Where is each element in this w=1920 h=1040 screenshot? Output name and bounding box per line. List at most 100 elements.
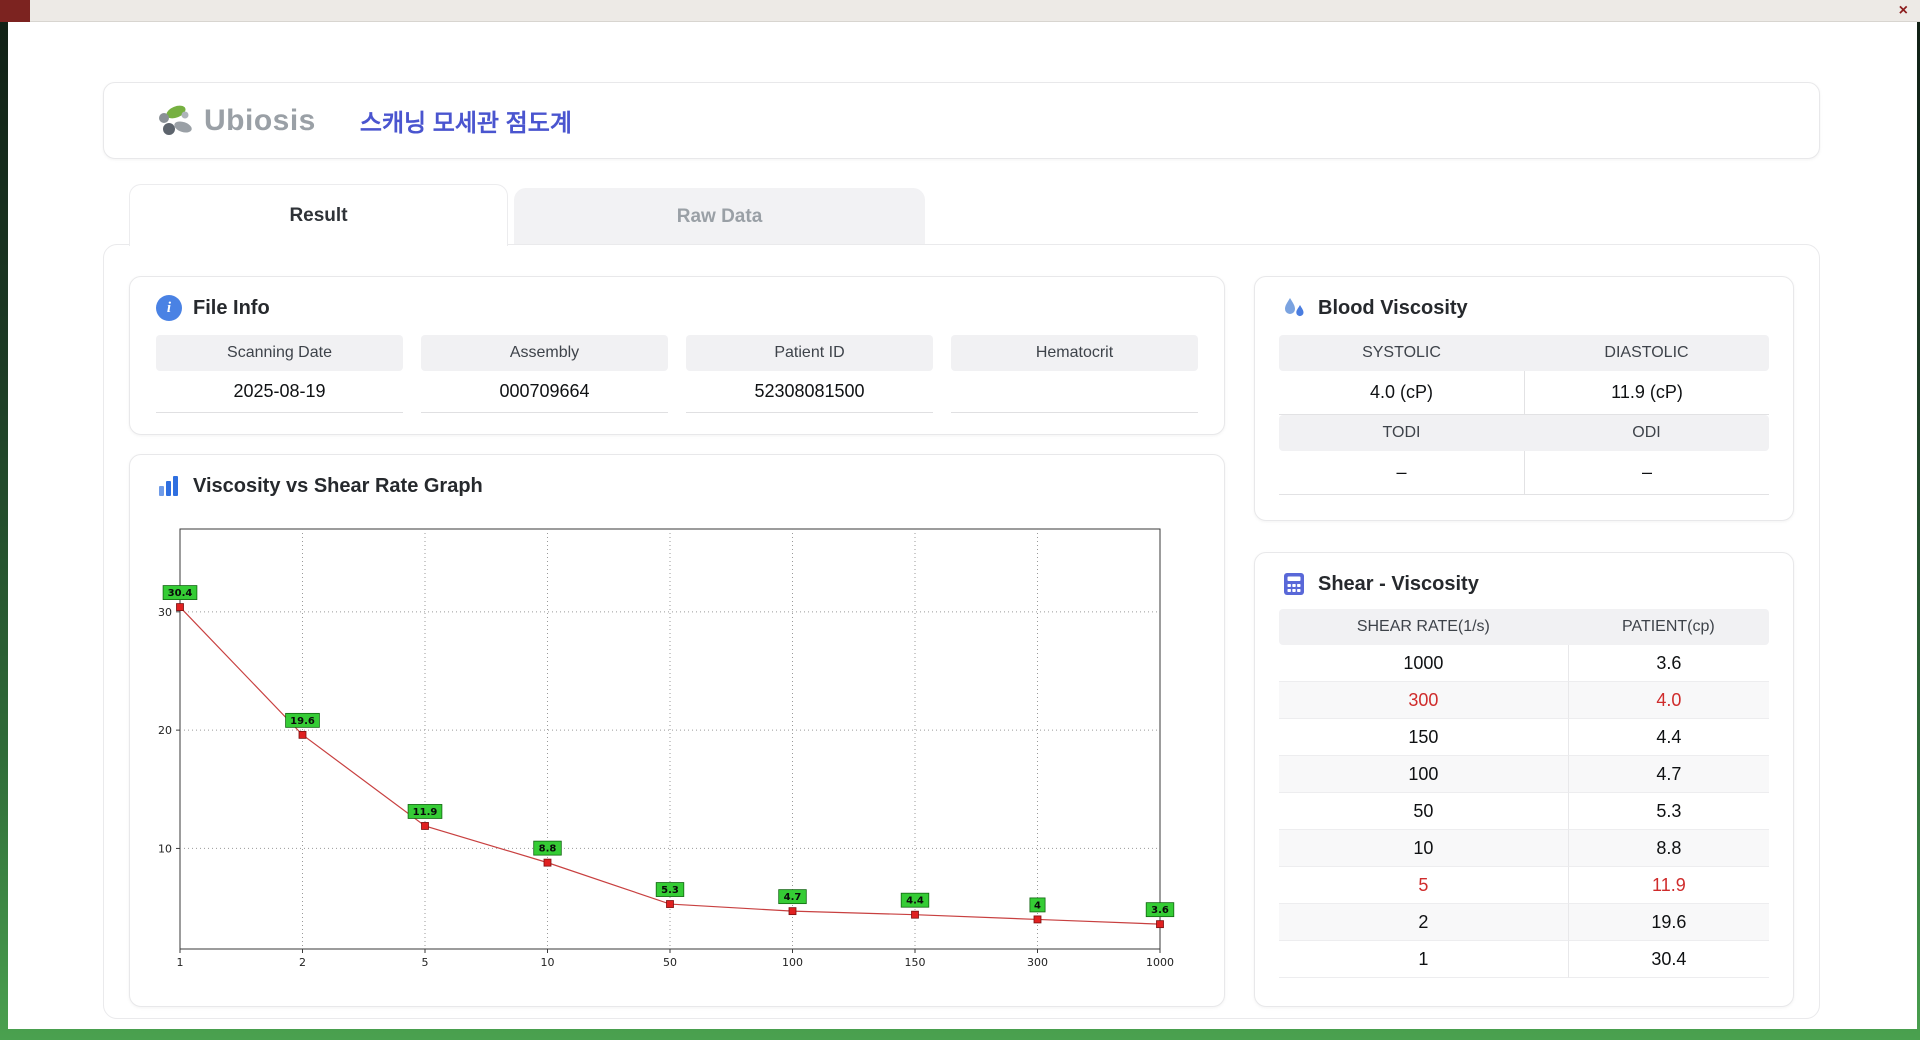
shear-table-row: 150 4.4 [1279,719,1769,756]
desktop-background: × Ubiosis 스캐닝 모세관 점도계 Result Raw Data i … [0,0,1920,1040]
window-titlebar: × [0,0,1920,22]
patient-viscosity-cell: 5.3 [1567,793,1769,830]
patient-viscosity-cell: 8.8 [1567,830,1769,867]
svg-text:4.7: 4.7 [784,892,802,903]
shear-table-row: 5 11.9 [1279,867,1769,904]
droplet-icon [1285,298,1304,317]
svg-text:4.4: 4.4 [906,896,924,907]
logo-text: Ubiosis [204,103,316,137]
shear-rate-cell: 100 [1279,756,1568,793]
svg-text:20: 20 [158,724,172,737]
svg-text:50: 50 [663,956,677,969]
svg-text:300: 300 [1027,956,1048,969]
bv-header-odi: ODI [1524,415,1769,451]
blood-viscosity-card: Blood Viscosity SYSTOLIC DIASTOLIC 4.0 (… [1254,276,1794,521]
field-assembly: Assembly 000709664 [421,335,668,413]
svg-text:5.3: 5.3 [661,885,679,896]
shear-rate-cell: 150 [1279,719,1568,756]
patient-viscosity-cell: 4.7 [1567,756,1769,793]
patient-viscosity-cell: 4.4 [1567,719,1769,756]
bv-header-todi: TODI [1279,415,1524,451]
bv-value-diastolic: 11.9 (cP) [1524,371,1769,415]
bv-value-todi: – [1279,451,1524,495]
field-hematocrit: Hematocrit [951,335,1198,413]
patient-viscosity-cell: 30.4 [1567,941,1769,978]
sv-col-patient: PATIENT(cp) [1567,609,1769,645]
shear-rate-cell: 5 [1279,867,1568,904]
svg-text:10: 10 [541,956,555,969]
app-logo: Ubiosis [154,101,316,141]
field-value-patient-id: 52308081500 [686,371,933,413]
svg-text:2: 2 [299,956,306,969]
svg-text:100: 100 [782,956,803,969]
field-value-assembly: 000709664 [421,371,668,413]
viscosity-chart: 10 20 30 1 2 5 10 50 100 150 300 1000 30.4 19.6 11.9 8.… [146,523,1224,980]
bar-chart-icon [159,476,178,496]
titlebar-accent [0,0,30,22]
shear-table-row: 300 4.0 [1279,682,1769,719]
field-label-patient-id: Patient ID [686,335,933,371]
svg-text:1000: 1000 [1146,956,1174,969]
shear-rate-cell: 2 [1279,904,1568,941]
graph-title: Viscosity vs Shear Rate Graph [193,474,483,497]
shear-table-row: 10 8.8 [1279,830,1769,867]
field-patient-id: Patient ID 52308081500 [686,335,933,413]
svg-text:30: 30 [158,606,172,619]
shear-viscosity-title: Shear - Viscosity [1318,572,1479,595]
file-info-fields: Scanning Date 2025-08-19 Assembly 000709… [156,335,1198,413]
svg-text:30.4: 30.4 [168,588,193,599]
shear-table-row: 1000 3.6 [1279,645,1769,682]
field-label-hematocrit: Hematocrit [951,335,1198,371]
field-label-assembly: Assembly [421,335,668,371]
page-title: 스캐닝 모세관 점도계 [359,110,572,137]
header-card: Ubiosis 스캐닝 모세관 점도계 [103,82,1820,159]
shear-table-row: 100 4.7 [1279,756,1769,793]
svg-text:10: 10 [158,842,172,855]
graph-card: Viscosity vs Shear Rate Graph 10 20 30 1 2 5 1… [129,454,1225,1007]
svg-text:19.6: 19.6 [290,716,315,727]
svg-text:3.6: 3.6 [1151,905,1169,916]
svg-text:1: 1 [177,956,184,969]
bv-value-systolic: 4.0 (cP) [1279,371,1524,415]
field-label-scanning-date: Scanning Date [156,335,403,371]
info-icon: i [156,295,182,321]
shear-table-body: 1000 3.6 300 4.0 150 4.4 100 4.7 50 5.3 10 8.8 5 11.9… [1279,645,1769,978]
svg-text:5: 5 [422,956,429,969]
bv-value-odi: – [1524,451,1769,495]
patient-viscosity-cell: 3.6 [1567,645,1769,682]
field-value-scanning-date: 2025-08-19 [156,371,403,413]
shear-rate-cell: 300 [1279,682,1568,719]
patient-viscosity-cell: 19.6 [1567,904,1769,941]
shear-rate-cell: 1 [1279,941,1568,978]
shear-viscosity-card: Shear - Viscosity SHEAR RATE(1/s) PATIEN… [1254,552,1794,1007]
svg-text:11.9: 11.9 [413,807,438,818]
blood-viscosity-grid: SYSTOLIC DIASTOLIC 4.0 (cP) 11.9 (cP) TO… [1279,335,1769,495]
content-panel: i File Info Scanning Date 2025-08-19 Ass… [103,244,1820,1019]
blood-viscosity-title: Blood Viscosity [1318,296,1468,319]
shear-table-row: 2 19.6 [1279,904,1769,941]
shear-rate-cell: 50 [1279,793,1568,830]
field-value-hematocrit [951,371,1198,413]
field-scanning-date: Scanning Date 2025-08-19 [156,335,403,413]
sv-col-shear-rate: SHEAR RATE(1/s) [1279,609,1568,645]
calculator-icon [1284,573,1304,595]
svg-text:4: 4 [1034,900,1041,911]
bv-header-diastolic: DIASTOLIC [1524,335,1769,371]
logo-leaf-icon [159,105,192,135]
shear-table-row: 1 30.4 [1279,941,1769,978]
file-info-title: File Info [193,296,270,319]
file-info-card: i File Info Scanning Date 2025-08-19 Ass… [129,276,1225,435]
tab-result[interactable]: Result [129,184,508,246]
shear-rate-cell: 10 [1279,830,1568,867]
patient-viscosity-cell: 11.9 [1567,867,1769,904]
bv-header-systolic: SYSTOLIC [1279,335,1524,371]
svg-text:8.8: 8.8 [539,844,557,855]
shear-table-row: 50 5.3 [1279,793,1769,830]
svg-text:150: 150 [905,956,926,969]
tab-raw-data[interactable]: Raw Data [514,188,925,245]
patient-viscosity-cell: 4.0 [1567,682,1769,719]
close-button[interactable]: × [1899,0,1908,22]
app-window: Ubiosis 스캐닝 모세관 점도계 Result Raw Data i Fi… [8,22,1917,1029]
shear-viscosity-table: SHEAR RATE(1/s) PATIENT(cp) 1000 3.6 300 4.… [1279,609,1769,978]
shear-rate-cell: 1000 [1279,645,1568,682]
